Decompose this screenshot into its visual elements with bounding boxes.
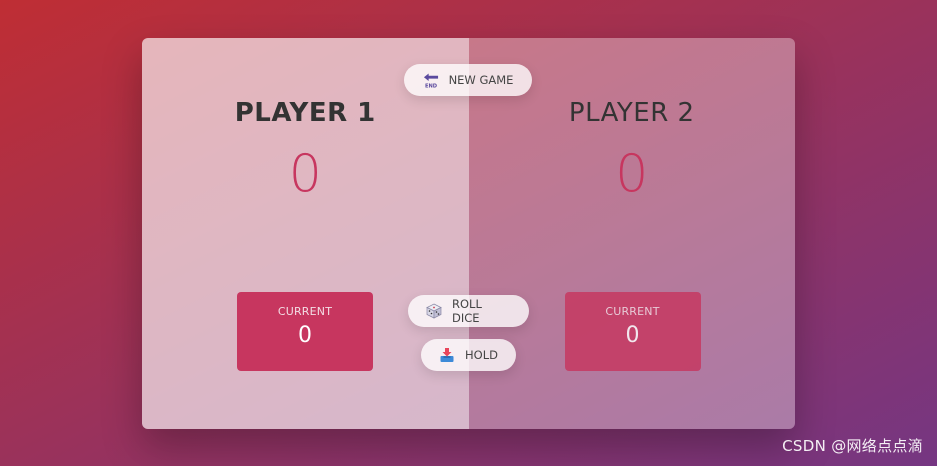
player-2-score: 0 xyxy=(615,144,649,204)
player-2-current-score: 0 xyxy=(625,323,640,348)
hold-button[interactable]: HOLD xyxy=(421,339,516,371)
roll-dice-button[interactable]: ROLL DICE xyxy=(408,295,529,327)
player-2-current-box: CURRENT 0 xyxy=(564,292,701,371)
inbox-tray-icon xyxy=(439,347,455,363)
new-game-label: NEW GAME xyxy=(448,73,514,87)
player-1-current-label: CURRENT xyxy=(277,305,333,318)
player-1-panel: PLAYER 1 0 CURRENT 0 xyxy=(142,38,469,429)
player-1-current-score: 0 xyxy=(298,323,312,348)
dice-icon xyxy=(426,303,442,319)
svg-text:END: END xyxy=(425,83,438,88)
player-2-panel: PLAYER 2 0 CURRENT 0 xyxy=(468,38,795,429)
player-1-score: 0 xyxy=(288,144,322,204)
player-2-current-label: CURRENT xyxy=(605,305,660,318)
player-1-current-box: CURRENT 0 xyxy=(237,292,373,371)
end-arrow-icon: END xyxy=(423,72,439,89)
new-game-button[interactable]: END NEW GAME xyxy=(404,64,532,96)
roll-dice-label: ROLL DICE xyxy=(452,297,482,325)
watermark: CSDN @网络点点滴 xyxy=(782,437,923,455)
player-1-name: PLAYER 1 xyxy=(234,98,376,128)
player-2-name: PLAYER 2 xyxy=(568,98,695,128)
hold-label: HOLD xyxy=(465,348,498,362)
